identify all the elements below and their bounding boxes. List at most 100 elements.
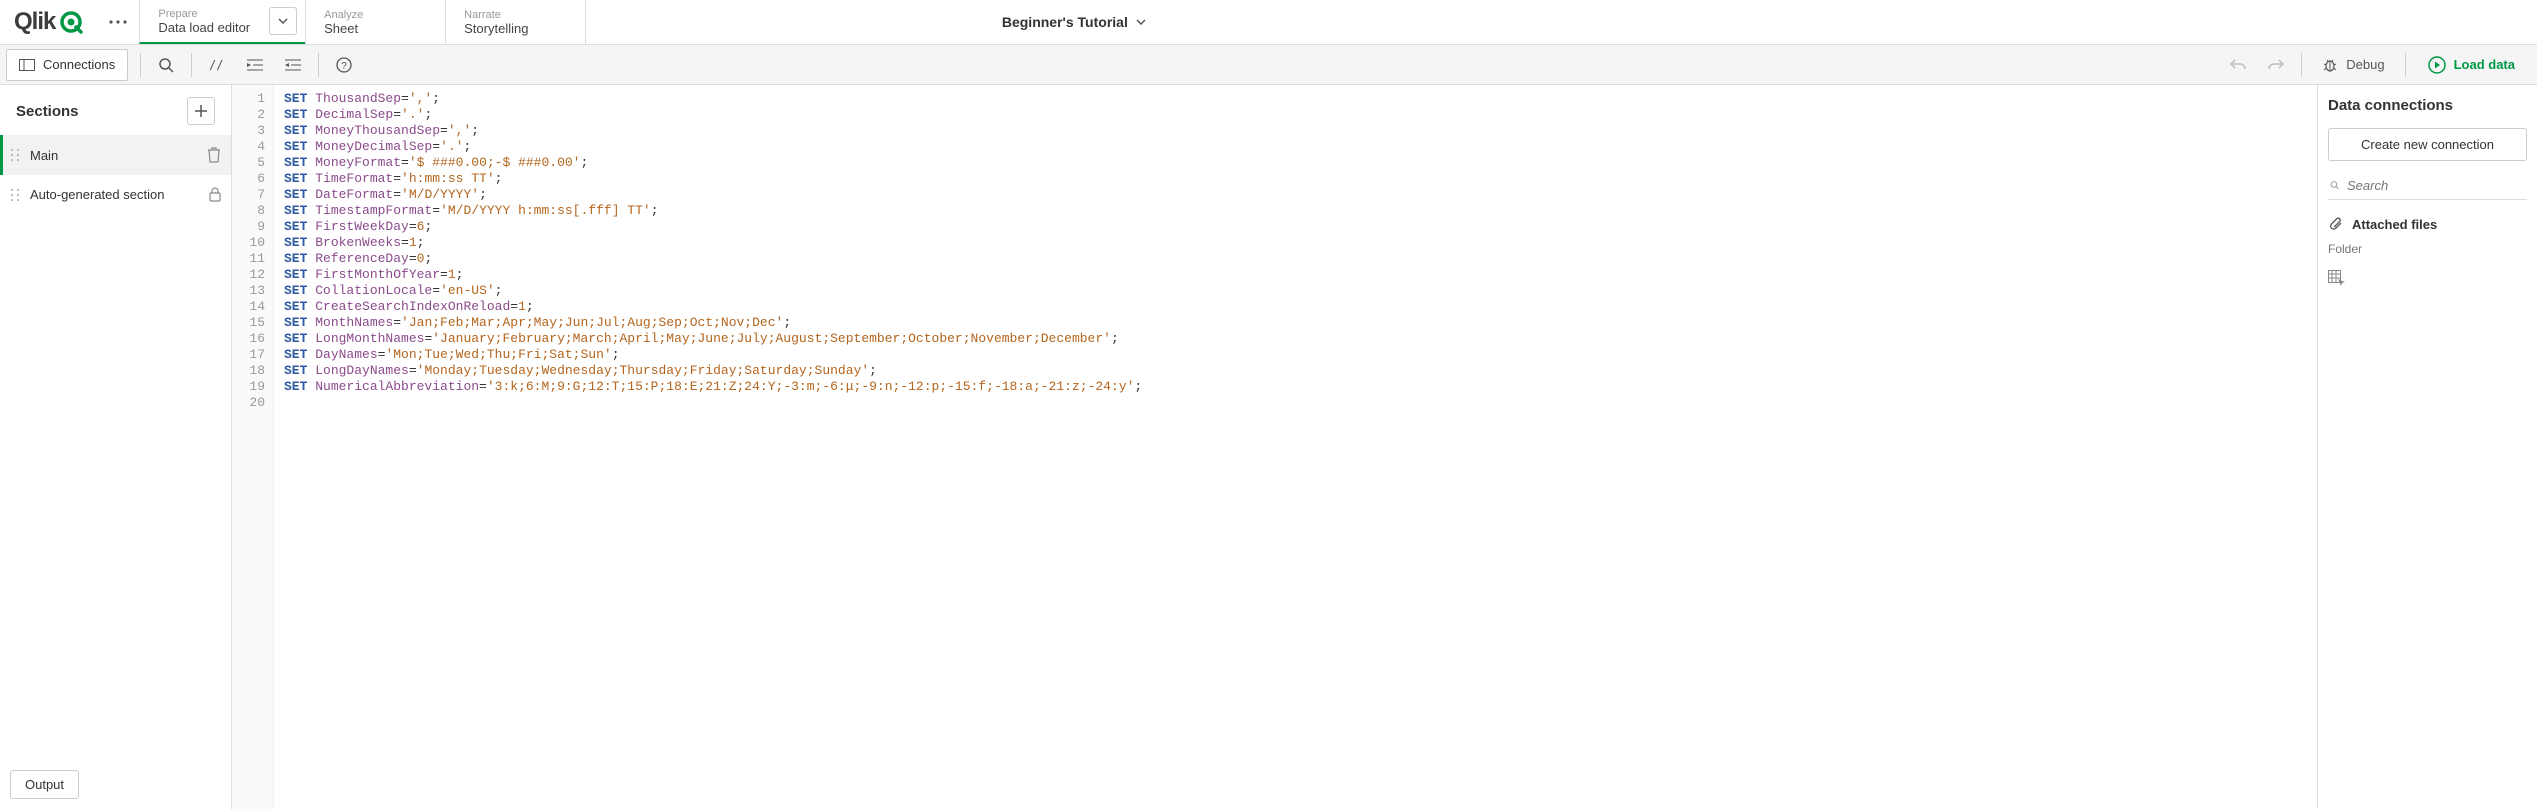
connection-search-input[interactable] [2347,178,2525,193]
dots-horizontal-icon [109,20,127,24]
search-icon [2330,177,2339,193]
code-line: SET TimestampFormat='M/D/YYYY h:mm:ss[.f… [284,203,2307,219]
code-line: SET FirstWeekDay=6; [284,219,2307,235]
code-line: SET BrokenWeeks=1; [284,235,2307,251]
line-number: 12 [232,267,273,283]
redo-icon [2268,58,2284,72]
main-layout: Sections Main Auto-generated section 12 34… [0,85,2537,809]
code-content[interactable]: SET ThousandSep=',';SET DecimalSep='.';S… [274,85,2317,809]
nav-tabs: Prepare Data load editor Analyze Sheet N… [139,0,586,44]
attached-files-label: Attached files [2352,217,2437,232]
undo-button[interactable] [2219,49,2257,81]
trash-icon[interactable] [207,147,221,163]
nav-tab-analyze[interactable]: Analyze Sheet [305,0,445,44]
create-connection-button[interactable]: Create new connection [2328,128,2527,161]
logo-mark-icon [59,10,83,34]
nav-main: Storytelling [464,21,567,36]
code-line: SET ReferenceDay=0; [284,251,2307,267]
code-line: SET FirstMonthOfYear=1; [284,267,2307,283]
sections-list: Main Auto-generated section [0,135,231,214]
line-number: 13 [232,283,273,299]
line-number: 18 [232,363,273,379]
connections-label: Connections [43,57,115,72]
code-line: SET ThousandSep=','; [284,91,2307,107]
app-title-text: Beginner's Tutorial [1002,14,1128,30]
line-number: 5 [232,155,273,171]
code-line: SET NumericalAbbreviation='3:k;6:M;9:G;1… [284,379,2307,395]
section-item[interactable]: Auto-generated section [0,175,231,214]
help-icon: ? [336,57,352,73]
separator [318,53,319,77]
connections-title: Data connections [2328,97,2527,118]
connections-toggle[interactable]: Connections [6,49,128,81]
line-number: 3 [232,123,273,139]
data-connections-panel: Data connections Create new connection A… [2317,85,2537,809]
code-line: SET TimeFormat='h:mm:ss TT'; [284,171,2307,187]
logo-text: Qlik [14,8,55,36]
redo-button[interactable] [2257,49,2295,81]
comment-button[interactable]: // [198,49,236,81]
select-data-icon [2328,270,2346,286]
help-button[interactable]: ? [325,49,363,81]
play-circle-icon [2428,56,2446,74]
connection-search[interactable] [2328,171,2527,200]
drag-handle-icon [10,148,20,162]
select-data-button[interactable] [2328,270,2527,286]
nav-main: Sheet [324,21,427,36]
toolbar-right: Debug Load data [2219,49,2531,81]
plus-icon [195,105,207,117]
load-data-button[interactable]: Load data [2412,56,2531,74]
debug-label: Debug [2346,57,2384,72]
drag-handle-icon [10,188,20,202]
sections-panel: Sections Main Auto-generated section [0,85,232,809]
search-button[interactable] [147,49,185,81]
chevron-down-icon [1136,19,1146,25]
more-button[interactable] [97,1,139,43]
line-gutter: 1234567891011121314151617181920 [232,85,274,809]
separator [140,53,141,77]
nav-sub: Prepare [158,8,250,20]
svg-text://: // [209,58,223,72]
debug-button[interactable]: Debug [2308,57,2398,73]
logo: Qlik [0,8,97,36]
top-bar: Qlik Prepare Data load editor Analyze Sh… [0,0,2537,45]
code-line: SET CreateSearchIndexOnReload=1; [284,299,2307,315]
section-name: Main [30,148,58,163]
code-line: SET CollationLocale='en-US'; [284,283,2307,299]
create-connection-label: Create new connection [2361,137,2494,152]
output-button[interactable]: Output [10,770,79,799]
code-line: SET MoneyFormat='$ ###0.00;-$ ###0.00'; [284,155,2307,171]
outdent-button[interactable] [274,49,312,81]
code-line: SET LongDayNames='Monday;Tuesday;Wednesd… [284,363,2307,379]
line-number: 4 [232,139,273,155]
sections-header: Sections [0,85,231,135]
paperclip-icon [2328,216,2344,232]
nav-sub: Narrate [464,9,567,21]
code-line: SET MoneyDecimalSep='.'; [284,139,2307,155]
code-line: SET MonthNames='Jan;Feb;Mar;Apr;May;Jun;… [284,315,2307,331]
line-number: 9 [232,219,273,235]
panel-icon [19,59,35,71]
svg-text:?: ? [341,61,347,72]
nav-tab-prepare[interactable]: Prepare Data load editor [139,0,305,44]
line-number: 11 [232,251,273,267]
indent-button[interactable] [236,49,274,81]
line-number: 6 [232,171,273,187]
nav-caret-prepare[interactable] [269,7,297,35]
section-name: Auto-generated section [30,187,164,202]
app-title[interactable]: Beginner's Tutorial [586,14,1561,30]
comment-icon: // [209,58,225,72]
nav-tab-narrate[interactable]: Narrate Storytelling [445,0,585,44]
load-data-label: Load data [2454,57,2515,72]
line-number: 14 [232,299,273,315]
code-editor[interactable]: 1234567891011121314151617181920 SET Thou… [232,85,2317,809]
section-item[interactable]: Main [0,135,231,175]
search-icon [158,57,174,73]
add-section-button[interactable] [187,97,215,125]
line-number: 17 [232,347,273,363]
lock-icon [209,187,221,202]
output-label: Output [25,777,64,792]
separator [2405,53,2406,77]
line-number: 10 [232,235,273,251]
chevron-down-icon [278,18,288,24]
